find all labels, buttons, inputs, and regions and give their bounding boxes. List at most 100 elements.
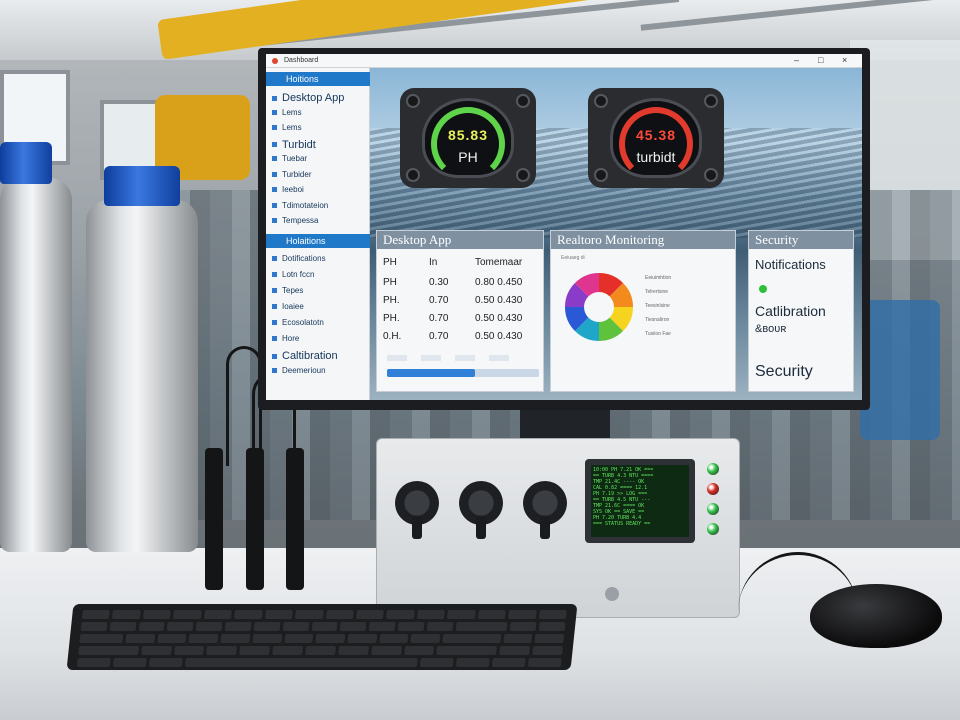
sidebar-item-label: Deemerioun [282,366,326,375]
app-window: Dashboard – □ × Hoitions Desktop App Lems… [266,54,862,400]
sidebar-item[interactable]: Lems [272,123,302,132]
sidebar-item[interactable]: Tempessa [272,216,318,225]
security-panel: Security Notifications Catlibration &ʙᴏᴜ… [748,230,854,392]
bullet-icon [272,95,277,101]
sidebar-item-label: Tepes [282,286,304,295]
security-item-notifications[interactable]: Notifications [755,257,826,272]
app-icon [272,58,278,64]
sidebar-section-header: Holaitions [266,234,370,248]
sidebar-item[interactable]: Deemerioun [272,366,326,375]
bullet-icon [272,336,277,342]
computer-mouse[interactable] [810,584,942,648]
panel-tabs[interactable] [387,355,523,363]
bullet-icon [272,187,277,193]
sidebar-item[interactable]: Desktop App [272,92,344,104]
table-cell: 0.70 [429,331,449,342]
gauge-label: PH [458,149,478,165]
sidebar-item-label: Ioaiee [282,302,304,311]
sidebar-item-label: Dotifications [282,254,326,263]
sensor-probe [286,448,304,590]
table-cell: PH. [383,295,400,306]
sidebar-item-label: Desktop App [282,92,345,104]
table-cell: 0.30 [429,277,449,288]
monitor: Dashboard – □ × Hoitions Desktop App Lems… [258,48,870,410]
maximize-button[interactable]: □ [818,55,823,65]
sidebar-item-label: Lems [282,107,302,117]
bottle-cap [104,166,180,206]
keyboard[interactable] [66,604,578,670]
legend-item: Telrertsine [645,289,669,295]
bolt-icon [704,168,718,182]
sidebar-item[interactable]: Ioaiee [272,302,304,311]
bullet-icon [272,368,277,374]
bullet-icon [272,125,277,131]
sidebar-item[interactable]: Hore [272,334,299,343]
bullet-icon [272,142,277,148]
bolt-icon [594,168,608,182]
bolt-icon [406,94,420,108]
security-item-calibration[interactable]: Catlibration [755,303,826,319]
window-title: Dashboard [284,57,319,64]
close-button[interactable]: × [842,55,847,65]
sidebar-item-label: Turbidt [282,138,316,151]
sidebar-item[interactable]: Dotifications [272,254,326,263]
table-cell: 0.50 0.430 [475,295,523,306]
status-dot-icon [759,285,767,293]
progress-bar [387,369,539,377]
sidebar-item-label: Hore [282,334,300,343]
status-led-icon [707,463,719,475]
table-cell: 0.H. [383,331,402,342]
minimize-button[interactable]: – [794,55,799,65]
donut-chart [565,273,633,341]
main-dashboard: 85.83 PH 45.38 turbidt Desktop App PH In T… [370,68,862,400]
sidebar-item-label: Turbider [282,169,312,179]
panel-title: Realtoro Monitoring [551,231,735,249]
legend-item: Tiesnaliron [645,317,670,323]
sidebar-item[interactable]: Turbidt [272,139,316,151]
chemical-bottle [0,178,72,552]
sidebar-item-label: Tdimotateion [282,200,329,210]
sidebar-item[interactable]: Lems [272,108,302,117]
sidebar-item-label: Ecosolatotn [282,318,324,327]
ph-gauge: 85.83 PH [400,88,536,188]
blue-barrel [860,300,940,440]
bullet-icon [272,202,277,208]
sidebar-item[interactable]: Turbider [272,170,312,179]
display-line: === STATUS READY == [593,521,651,527]
status-led-icon [707,523,719,535]
display-readout: 10:00 PH 7.21 OK === == TURB 4.3 NTU ====… [591,465,689,537]
sensor-probe [246,448,264,590]
sidebar-item-label: Caltibration [282,350,338,362]
security-item-security[interactable]: Security [755,363,813,381]
sensor-connector [459,481,503,539]
sidebar-item[interactable]: Lotn fccn [272,270,314,279]
device-display: 10:00 PH 7.21 OK === == TURB 4.3 NTU ====… [585,459,695,543]
gauge-dial: 85.83 PH [422,98,514,178]
sidebar-item-label: Tempessa [282,216,319,225]
sensor-connector [395,481,439,539]
mounting-hole [605,587,619,601]
table-cell: 0.80 0.450 [475,277,523,288]
table-cell: 0.50 0.430 [475,331,523,342]
table-cell: 0.70 [429,295,449,306]
table-header: Tomemaar [475,257,523,268]
sidebar-item[interactable]: Tuebar [272,154,307,163]
sidebar-item[interactable]: Tdimotateion [272,201,328,210]
table-header: PH [383,257,397,268]
sidebar-item[interactable]: Caltibration [272,350,338,362]
bullet-icon [272,256,277,262]
sidebar-item[interactable]: Tepes [272,286,303,295]
chemical-bottle [86,200,198,552]
sidebar-item-label: Lotn fccn [282,270,315,279]
status-led-icon [707,483,719,495]
table-header: In [429,257,438,268]
bolt-icon [516,168,530,182]
sidebar-item[interactable]: Ieeboi [272,185,304,194]
bolt-icon [594,94,608,108]
status-led-icon [707,503,719,515]
sidebar-item-label: Lems [282,123,302,132]
monitoring-device: 10:00 PH 7.21 OK === == TURB 4.3 NTU ====… [376,438,740,618]
panel-title: Security [749,231,853,249]
sidebar-item[interactable]: Ecosolatotn [272,318,324,327]
sidebar-item-label: Ieeboi [282,185,304,194]
